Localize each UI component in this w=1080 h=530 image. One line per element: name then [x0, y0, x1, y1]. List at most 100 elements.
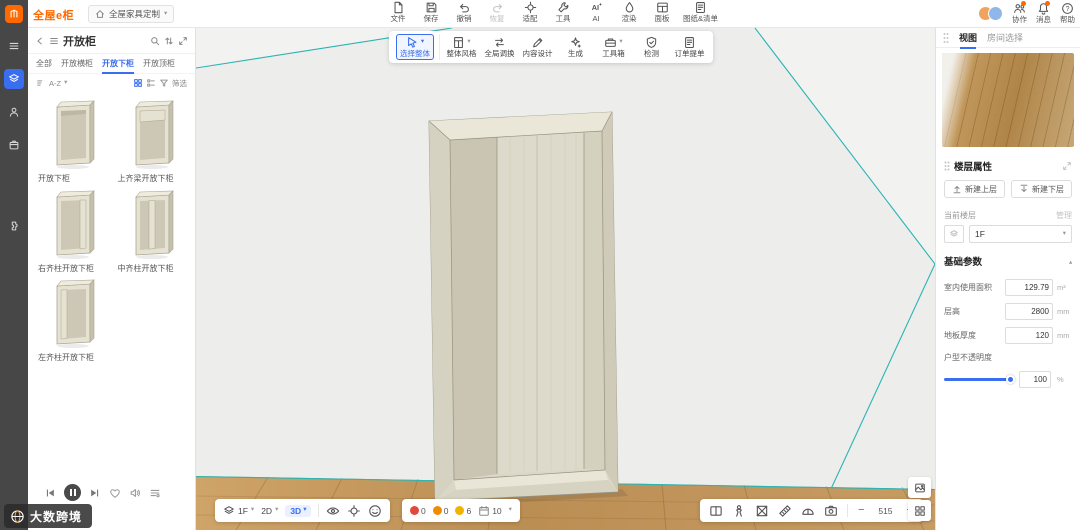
- view-3d-button[interactable]: 3D ▾: [285, 504, 312, 517]
- new-lower-floor-button[interactable]: 新建下层: [1011, 180, 1072, 198]
- help-button[interactable]: ? 帮助: [1060, 2, 1075, 24]
- tab-all[interactable]: 全部: [36, 58, 52, 69]
- panel-button[interactable]: 面板: [650, 1, 674, 23]
- messages-button[interactable]: 消息: [1036, 1, 1051, 24]
- avatar[interactable]: [988, 6, 1003, 21]
- like-button[interactable]: [109, 487, 121, 499]
- opacity-input[interactable]: [1019, 371, 1051, 388]
- floor-selector[interactable]: 1F ▾: [223, 505, 254, 517]
- view-2d-label: 2D: [261, 505, 273, 516]
- scene-preview-thumbnail[interactable]: [942, 53, 1074, 147]
- viewport-canvas[interactable]: [196, 28, 935, 530]
- split-view-button[interactable]: [709, 504, 723, 518]
- tab-open-lower-cabinet[interactable]: 开放下柜: [102, 58, 134, 74]
- slab-thickness-input[interactable]: [1005, 327, 1053, 344]
- tools-button[interactable]: 工具: [551, 1, 575, 23]
- skip-forward-button[interactable]: [89, 487, 101, 499]
- indoor-area-input[interactable]: [1005, 279, 1053, 296]
- cabinet-model[interactable]: [428, 111, 619, 502]
- plugin-icon[interactable]: [4, 216, 24, 236]
- expand-panel-icon[interactable]: [178, 36, 188, 46]
- workspace-tab[interactable]: 全屋家具定制 ▾: [88, 5, 175, 23]
- undo-button[interactable]: 撤销: [452, 1, 476, 23]
- opacity-slider[interactable]: [944, 375, 1015, 384]
- chevron-down-icon: ▾: [64, 78, 68, 86]
- grid-view-icon[interactable]: [133, 78, 143, 88]
- protractor-button[interactable]: [801, 504, 815, 518]
- filter-label[interactable]: 筛选: [172, 78, 187, 89]
- error-badge[interactable]: 0: [410, 506, 426, 516]
- sort-list-icon[interactable]: [36, 78, 46, 88]
- floor-lock-button[interactable]: [944, 225, 964, 243]
- product-card[interactable]: 中齐柱开放下柜: [116, 187, 188, 274]
- snapshot-button[interactable]: [824, 504, 838, 518]
- view-2d-button[interactable]: 2D ▾: [261, 506, 278, 516]
- interior-design-button[interactable]: 内容设计: [521, 36, 554, 58]
- search-icon[interactable]: [150, 36, 160, 46]
- warning-badge[interactable]: 0: [432, 506, 448, 516]
- product-name: 开放下柜: [38, 174, 70, 183]
- inspect-button[interactable]: 检测: [635, 36, 668, 58]
- floor-height-input[interactable]: [1005, 303, 1053, 320]
- materials-library-icon[interactable]: [4, 69, 24, 89]
- whole-style-button[interactable]: ▾ 整体风格: [445, 36, 478, 58]
- expand-section-icon[interactable]: [1062, 161, 1072, 171]
- tab-open-horizontal-cabinet[interactable]: 开放横柜: [61, 58, 93, 69]
- zoom-out-button[interactable]: −: [857, 505, 865, 516]
- render-button[interactable]: 渲染: [617, 1, 641, 23]
- drag-handle-icon[interactable]: [943, 32, 949, 44]
- select-whole-button[interactable]: ▾ 选择整体: [396, 34, 434, 61]
- global-swap-button[interactable]: 全局调换: [483, 36, 516, 58]
- watermark: 大数跨境: [4, 504, 93, 528]
- view-settings-button[interactable]: [908, 500, 931, 521]
- tab-view[interactable]: 视图: [959, 31, 977, 49]
- visibility-button[interactable]: [326, 504, 340, 518]
- slider-knob[interactable]: [1006, 375, 1015, 384]
- package-icon[interactable]: [4, 135, 24, 155]
- pause-button[interactable]: [64, 484, 81, 501]
- sort-az-label[interactable]: A-Z: [49, 79, 61, 88]
- menu-icon[interactable]: [4, 36, 24, 56]
- coin-badge[interactable]: 6: [455, 506, 471, 516]
- tab-open-top-cabinet[interactable]: 开放顶柜: [143, 58, 175, 69]
- basic-params-header[interactable]: 基础参数 ▾: [936, 247, 1080, 272]
- calendar-badge[interactable]: 10: [478, 505, 502, 517]
- sort-icon[interactable]: [164, 36, 174, 46]
- save-button[interactable]: 保存: [419, 1, 443, 23]
- generate-button[interactable]: 生成: [559, 36, 592, 58]
- product-card[interactable]: 上齐梁开放下柜: [116, 97, 188, 184]
- product-card[interactable]: 左齐柱开放下柜: [36, 276, 108, 363]
- tab-room-select[interactable]: 房间选择: [987, 31, 1023, 44]
- redo-button[interactable]: 恢复: [485, 1, 509, 23]
- order-list-button[interactable]: 订单提单: [673, 36, 706, 58]
- ruler-button[interactable]: [778, 504, 792, 518]
- floor-select[interactable]: 1F ▾: [969, 225, 1072, 243]
- fit-view-button[interactable]: 适配: [518, 1, 542, 23]
- skip-back-button[interactable]: [44, 487, 56, 499]
- first-person-button[interactable]: [732, 504, 746, 518]
- app-logo-mark[interactable]: [5, 5, 23, 23]
- app-logo[interactable]: 全屋e柜: [33, 7, 74, 23]
- back-button[interactable]: [35, 36, 45, 46]
- top-view-button[interactable]: [755, 504, 769, 518]
- user-icon[interactable]: [4, 102, 24, 122]
- collaborate-button[interactable]: 协作: [1012, 1, 1027, 24]
- toolbox-button[interactable]: ▾ 工具箱: [597, 36, 630, 58]
- feedback-button[interactable]: [368, 504, 382, 518]
- manage-floors-link[interactable]: 管理: [1056, 210, 1072, 221]
- product-card[interactable]: 开放下柜: [36, 97, 108, 184]
- product-card[interactable]: 右齐柱开放下柜: [36, 187, 108, 274]
- list-view-icon[interactable]: [146, 78, 156, 88]
- left-app-rail: [0, 0, 28, 530]
- new-upper-floor-button[interactable]: 新建上层: [944, 180, 1005, 198]
- filter-funnel-icon[interactable]: [159, 78, 169, 88]
- chevron-down-icon[interactable]: ▾: [509, 507, 512, 514]
- playlist-button[interactable]: [149, 487, 161, 499]
- category-list-icon[interactable]: [49, 36, 59, 46]
- save-view-button[interactable]: [908, 477, 931, 498]
- file-button[interactable]: 文件: [386, 1, 410, 23]
- locate-button[interactable]: [347, 504, 361, 518]
- volume-button[interactable]: [129, 487, 141, 499]
- drawings-list-button[interactable]: 图纸&清单: [683, 1, 718, 23]
- ai-button[interactable]: AI AI: [584, 1, 608, 23]
